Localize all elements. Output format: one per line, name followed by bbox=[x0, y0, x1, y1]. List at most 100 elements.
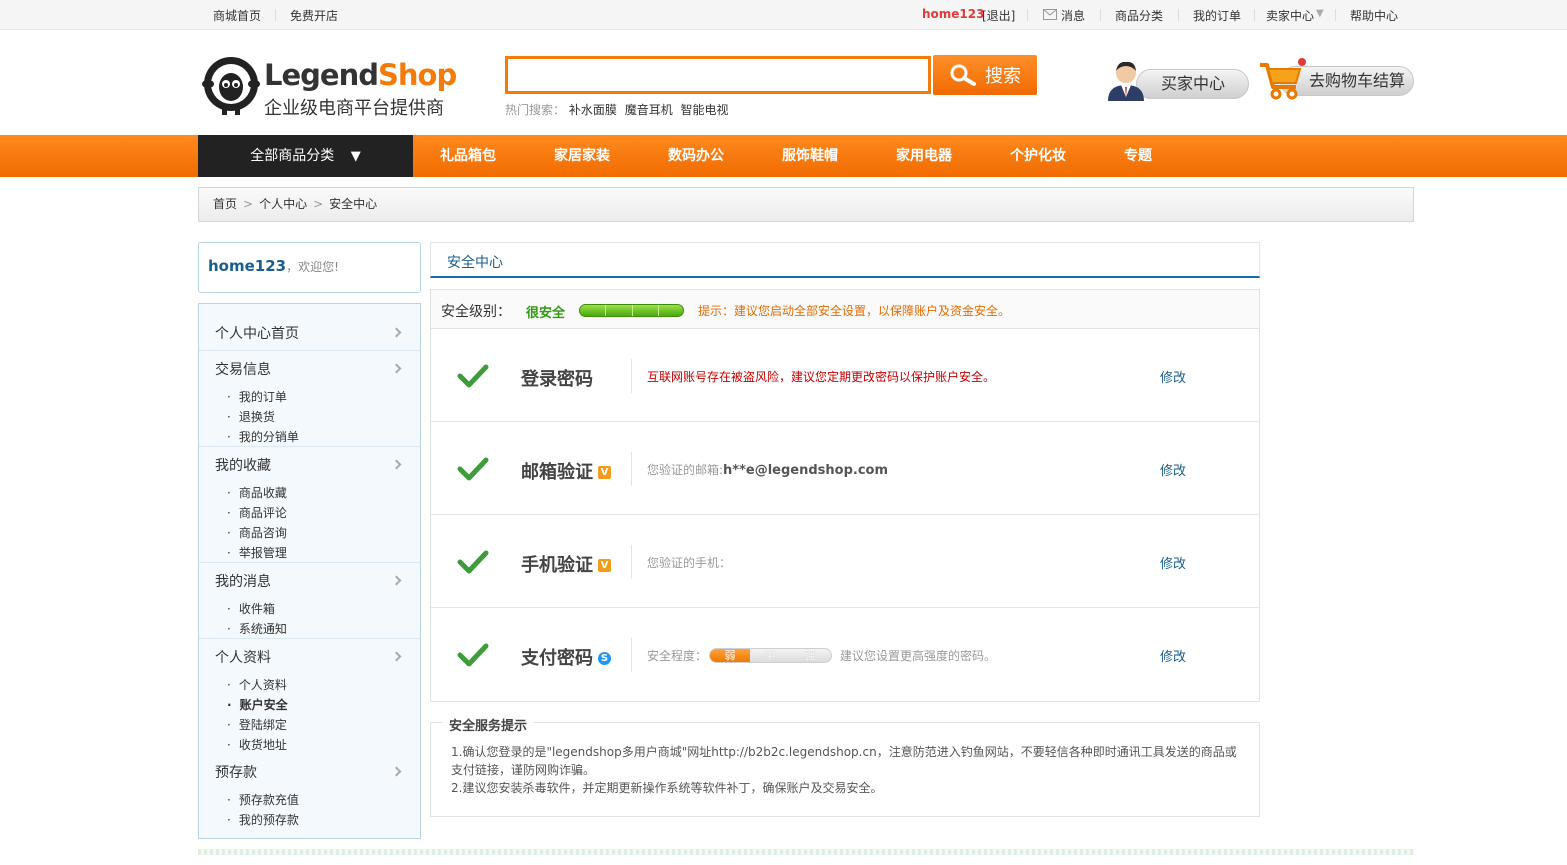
breadcrumb-current: 安全中心 bbox=[329, 197, 378, 211]
sidebar-section-title[interactable]: 预存款 bbox=[215, 762, 257, 782]
chevron-right-icon bbox=[391, 363, 402, 374]
breadcrumb-home[interactable]: 首页 bbox=[213, 197, 237, 211]
divider bbox=[199, 562, 420, 563]
breadcrumb-separator: > bbox=[243, 197, 254, 211]
security-item-desc: 安全程度： 弱 中 强 建议您设置更高强度的密码。 bbox=[647, 648, 997, 663]
security-item-name: 支付密码 S bbox=[521, 644, 611, 670]
sidebar-item-profile[interactable]: 个人资料 bbox=[227, 676, 287, 693]
divider bbox=[1178, 9, 1179, 21]
nav-item[interactable]: 服饰鞋帽 bbox=[782, 135, 838, 177]
top-link-home[interactable]: 商城首页 bbox=[213, 7, 261, 24]
checkmark-icon bbox=[457, 364, 489, 388]
security-level-value: 很安全 bbox=[526, 306, 566, 321]
password-strength-meter: 弱 中 强 bbox=[709, 648, 833, 663]
sidebar-section-title[interactable]: 我的收藏 bbox=[215, 455, 271, 475]
mail-icon[interactable] bbox=[1043, 9, 1057, 23]
search-input[interactable] bbox=[508, 59, 928, 91]
divider bbox=[1100, 9, 1101, 21]
all-categories-menu[interactable]: 全部商品分类 ▼ bbox=[198, 135, 413, 177]
hot-search-item[interactable]: 智能电视 bbox=[681, 103, 729, 117]
hot-search-item[interactable]: 魔音耳机 bbox=[625, 103, 673, 117]
sidebar-item-reviews[interactable]: 商品评论 bbox=[227, 504, 287, 521]
cart-checkout-button[interactable]: 去购物车结算 bbox=[1258, 57, 1414, 101]
security-items: 登录密码 互联网账号存在被盗风险，建议您定期更改密码以保护账户安全。 修改 邮箱… bbox=[430, 329, 1260, 702]
top-link-open-shop[interactable]: 免费开店 bbox=[290, 7, 338, 24]
hot-search-item[interactable]: 补水面膜 bbox=[569, 103, 617, 117]
buyer-center-label: 买家中心 bbox=[1136, 69, 1249, 99]
notice-line: 2.建议您安装杀毒软件，并定期更新操作系统等软件补丁，确保账户及交易安全。 bbox=[451, 781, 883, 795]
sidebar-item-reports[interactable]: 举报管理 bbox=[227, 544, 287, 561]
sidebar-item-inbox[interactable]: 收件箱 bbox=[227, 600, 275, 617]
top-link-categories[interactable]: 商品分类 bbox=[1115, 7, 1163, 24]
sidebar-item-home[interactable]: 个人中心首页 bbox=[215, 323, 299, 343]
sidebar-item-system-notice[interactable]: 系统通知 bbox=[227, 620, 287, 637]
nav-item[interactable]: 专题 bbox=[1124, 135, 1152, 177]
top-bar: 商城首页 免费开店 home123 [退出] 消息 商品分类 我的订单 卖家中心… bbox=[0, 0, 1567, 30]
security-item-name: 登录密码 bbox=[521, 369, 593, 390]
top-link-seller-center[interactable]: 卖家中心 bbox=[1266, 7, 1314, 24]
divider bbox=[199, 446, 420, 447]
divider bbox=[275, 9, 276, 21]
search-box bbox=[505, 56, 931, 94]
sidebar-item-my-deposit[interactable]: 我的预存款 bbox=[227, 811, 299, 828]
top-link-my-orders[interactable]: 我的订单 bbox=[1193, 7, 1241, 24]
site-logo[interactable]: LegendShop 企业级电商平台提供商 bbox=[200, 52, 460, 122]
notice-body: 1.确认您登录的是"legendshop多用户商城"网址http://b2b2c… bbox=[451, 743, 1241, 797]
nav-item[interactable]: 礼品箱包 bbox=[440, 135, 496, 177]
nav-item[interactable]: 数码办公 bbox=[668, 135, 724, 177]
edit-login-password-button[interactable]: 修改 bbox=[1160, 367, 1186, 386]
sidebar-item-deposit-recharge[interactable]: 预存款充值 bbox=[227, 791, 299, 808]
nav-item[interactable]: 个护化妆 bbox=[1010, 135, 1066, 177]
security-level-label: 安全级别： bbox=[441, 304, 511, 320]
hot-search-label: 热门搜索： bbox=[505, 103, 566, 117]
edit-pay-password-button[interactable]: 修改 bbox=[1160, 646, 1186, 665]
sidebar-item-favorites[interactable]: 商品收藏 bbox=[227, 484, 287, 501]
security-row-pay-password: 支付密码 S 安全程度： 弱 中 强 建议您设置更高强度的密码。 修改 bbox=[431, 608, 1259, 701]
welcome-username[interactable]: home123 bbox=[208, 257, 286, 275]
logout-link[interactable]: [退出] bbox=[982, 7, 1015, 24]
logo-text: LegendShop bbox=[264, 58, 457, 92]
sidebar-section-title[interactable]: 个人资料 bbox=[215, 647, 271, 667]
verified-badge-icon: V bbox=[598, 559, 611, 572]
sidebar-section-title[interactable]: 我的消息 bbox=[215, 571, 271, 591]
logo-tagline: 企业级电商平台提供商 bbox=[264, 98, 444, 119]
breadcrumb-personal-center[interactable]: 个人中心 bbox=[259, 197, 307, 211]
sidebar-section-title[interactable]: 交易信息 bbox=[215, 359, 271, 379]
top-link-messages[interactable]: 消息 bbox=[1061, 7, 1085, 24]
verified-email: h**e@legendshop.com bbox=[723, 463, 889, 478]
chevron-right-icon bbox=[391, 575, 402, 586]
sidebar-item-login-binding[interactable]: 登陆绑定 bbox=[227, 716, 287, 733]
sidebar-item-my-orders[interactable]: 我的订单 bbox=[227, 388, 287, 405]
security-item-name: 邮箱验证 V bbox=[521, 458, 611, 484]
sidebar-item-returns[interactable]: 退换货 bbox=[227, 408, 275, 425]
strength-medium: 中 bbox=[764, 649, 776, 662]
nav-item[interactable]: 家用电器 bbox=[896, 135, 952, 177]
sheep-logo-icon bbox=[202, 57, 260, 115]
nav-item[interactable]: 家居家装 bbox=[554, 135, 610, 177]
footer-divider bbox=[198, 849, 1414, 855]
sidebar-item-address[interactable]: 收货地址 bbox=[227, 736, 287, 753]
tab-security-center[interactable]: 安全中心 bbox=[430, 242, 1260, 278]
buyer-center-button[interactable]: 买家中心 bbox=[1106, 57, 1249, 101]
sidebar-item-inquiries[interactable]: 商品咨询 bbox=[227, 524, 287, 541]
divider bbox=[631, 638, 632, 672]
chevron-right-icon bbox=[391, 327, 402, 338]
welcome-box: home123，欢迎您! bbox=[198, 242, 421, 293]
checkmark-icon bbox=[457, 550, 489, 574]
edit-email-button[interactable]: 修改 bbox=[1160, 460, 1186, 479]
search-button[interactable]: 搜索 bbox=[933, 55, 1037, 95]
edit-phone-button[interactable]: 修改 bbox=[1160, 553, 1186, 572]
top-link-help-center[interactable]: 帮助中心 bbox=[1350, 7, 1398, 24]
divider bbox=[1027, 9, 1028, 21]
chevron-right-icon bbox=[391, 651, 402, 662]
security-item-desc: 您验证的手机： bbox=[647, 556, 732, 570]
sidebar-item-distribution-orders[interactable]: 我的分销单 bbox=[227, 428, 299, 445]
strength-weak: 弱 bbox=[710, 649, 751, 662]
divider bbox=[199, 350, 420, 351]
security-level-tip: 提示：建议您启动全部安全设置，以保障账户及资金安全。 bbox=[698, 304, 1011, 318]
sidebar-item-account-security[interactable]: 账户安全 bbox=[227, 696, 288, 713]
security-level: 安全级别： 很安全 提示：建议您启动全部安全设置，以保障账户及资金安全。 bbox=[430, 289, 1260, 329]
shopping-cart-icon bbox=[1260, 58, 1306, 100]
divider bbox=[1254, 9, 1255, 21]
top-username[interactable]: home123 bbox=[922, 7, 984, 21]
